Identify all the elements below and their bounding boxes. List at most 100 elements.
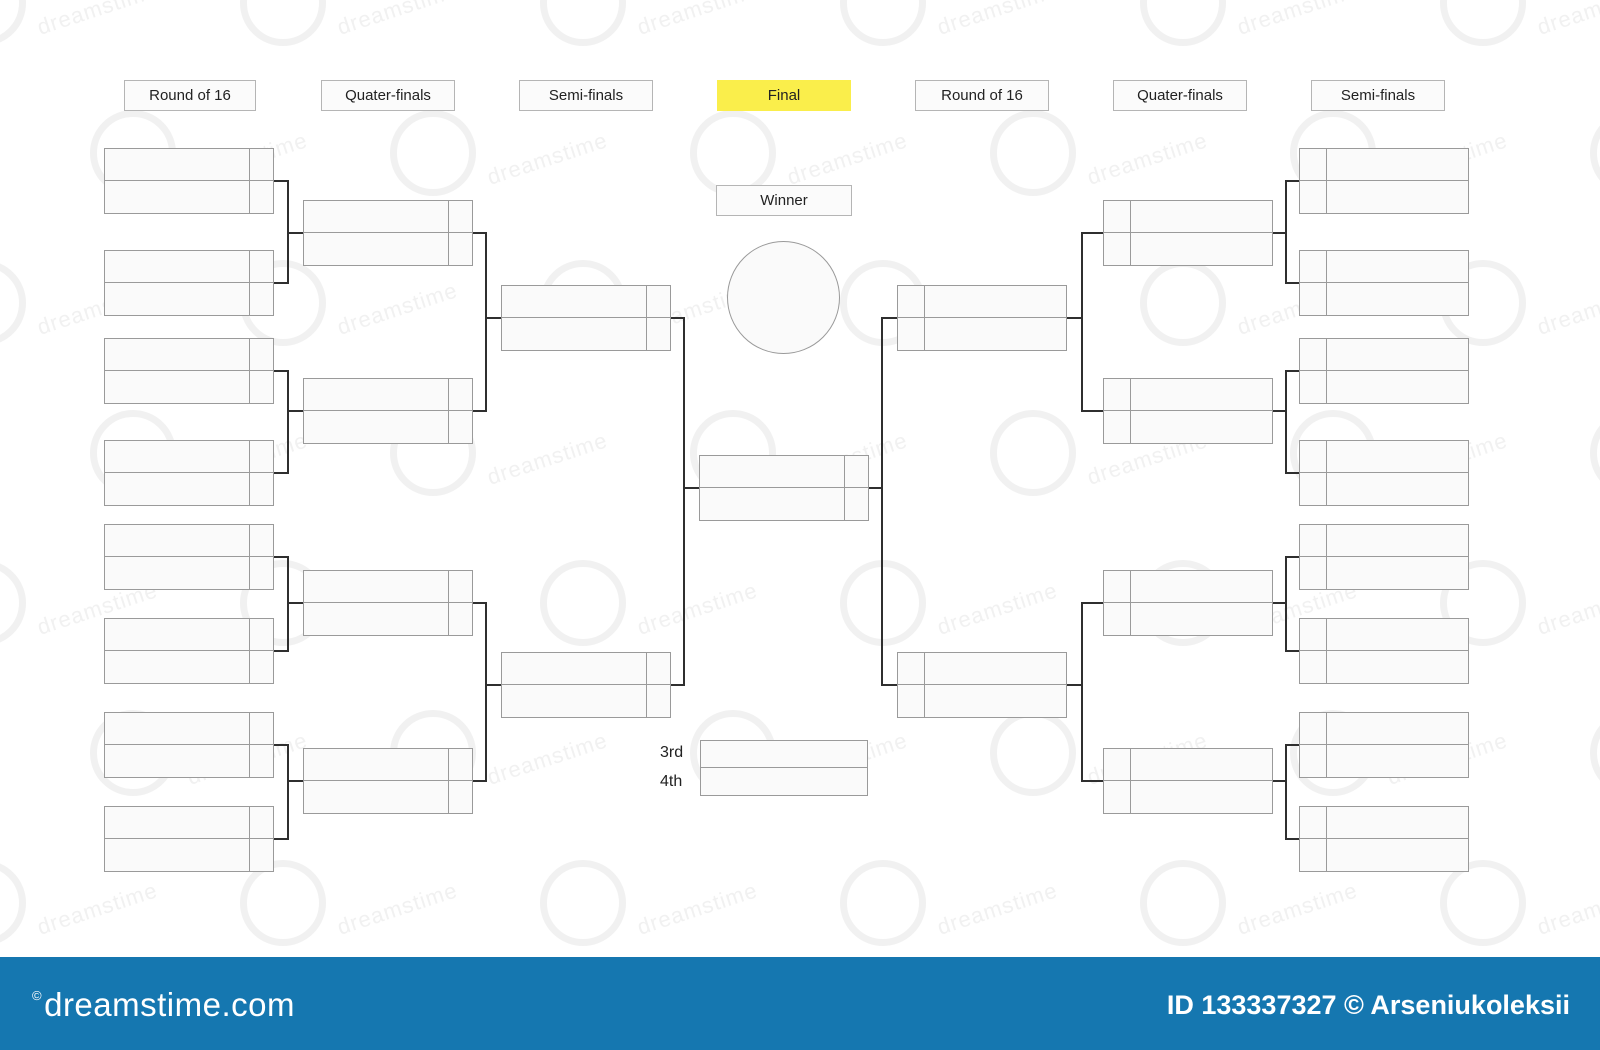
watermark-text: dreamstime (334, 277, 461, 340)
score-column-divider (249, 619, 250, 683)
match-box-l-r16-3[interactable] (104, 338, 274, 404)
team-slot-top[interactable] (105, 525, 273, 557)
winner-box[interactable]: Winner (716, 185, 852, 216)
team-slot-bottom[interactable] (105, 473, 273, 505)
round-header-right-quarter-finals[interactable]: Quater-finals (1113, 80, 1247, 111)
team-slot-bottom[interactable] (304, 781, 472, 813)
score-column-divider (249, 251, 250, 315)
bracket-connector-line (1285, 370, 1287, 474)
round-header-label: Round of 16 (149, 87, 231, 104)
watermark-text: dreamstime (334, 0, 461, 40)
match-box-l-r16-1[interactable] (104, 148, 274, 214)
score-column-divider (1326, 713, 1327, 777)
match-box-l-qf-2[interactable] (303, 378, 473, 444)
match-box-l-r16-4[interactable] (104, 440, 274, 506)
team-slot-top[interactable] (304, 201, 472, 233)
team-slot-bottom[interactable] (502, 685, 670, 717)
watermark-text: dreamstime (1534, 0, 1600, 40)
watermark-text: dreamstime (34, 877, 161, 940)
watermark-text: dreamstime (1534, 877, 1600, 940)
team-slot-top[interactable] (304, 749, 472, 781)
team-slot-top[interactable] (105, 441, 273, 473)
team-slot-bottom[interactable] (304, 411, 472, 443)
third-fourth-place-box[interactable] (700, 740, 868, 796)
fourth-place-slot[interactable] (701, 768, 867, 795)
match-box-r-r16-6[interactable] (1299, 618, 1469, 684)
team-slot-bottom[interactable] (105, 745, 273, 777)
team-slot-top[interactable] (700, 456, 868, 488)
match-box-r-qf-3[interactable] (1103, 570, 1273, 636)
watermark-text: dreamstime (34, 0, 161, 40)
match-box-r-r16-7[interactable] (1299, 712, 1469, 778)
bracket-canvas: dreamstime dreamstime dreamstime dreamstime… (0, 0, 1600, 1050)
match-box-l-qf-3[interactable] (303, 570, 473, 636)
team-slot-top[interactable] (105, 339, 273, 371)
winner-photo-circle[interactable] (727, 241, 840, 354)
team-slot-bottom[interactable] (105, 651, 273, 683)
watermark-spiral-icon (990, 710, 1076, 796)
match-box-l-r16-7[interactable] (104, 712, 274, 778)
match-box-l-qf-1[interactable] (303, 200, 473, 266)
match-box-l-sf-1[interactable] (501, 285, 671, 351)
team-slot-top[interactable] (304, 571, 472, 603)
score-column-divider (1326, 441, 1327, 505)
score-column-divider (448, 201, 449, 265)
match-box-l-qf-4[interactable] (303, 748, 473, 814)
round-header-left-round-of-16[interactable]: Round of 16 (124, 80, 256, 111)
match-box-r-sf-2[interactable] (897, 652, 1067, 718)
team-slot-bottom[interactable] (105, 557, 273, 589)
match-box-l-sf-2[interactable] (501, 652, 671, 718)
team-slot-bottom[interactable] (105, 181, 273, 213)
watermark-text: dreamstime (1534, 277, 1600, 340)
match-box-l-r16-6[interactable] (104, 618, 274, 684)
watermark-spiral-icon (1590, 410, 1600, 496)
team-slot-bottom[interactable] (105, 839, 273, 871)
match-box-final-match[interactable] (699, 455, 869, 521)
round-header-right-semi-finals[interactable]: Semi-finals (1311, 80, 1445, 111)
third-place-slot[interactable] (701, 741, 867, 768)
brand-text: dreamstime.com (44, 986, 295, 1023)
match-box-r-qf-1[interactable] (1103, 200, 1273, 266)
round-header-left-semi-finals[interactable]: Semi-finals (519, 80, 653, 111)
team-slot-top[interactable] (502, 653, 670, 685)
match-box-l-r16-8[interactable] (104, 806, 274, 872)
bracket-connector-line (274, 180, 288, 182)
match-box-r-r16-8[interactable] (1299, 806, 1469, 872)
match-box-l-r16-5[interactable] (104, 524, 274, 590)
bracket-connector-line (287, 556, 289, 652)
match-box-r-r16-5[interactable] (1299, 524, 1469, 590)
team-slot-top[interactable] (105, 713, 273, 745)
match-box-r-qf-4[interactable] (1103, 748, 1273, 814)
bracket-connector-line (287, 744, 289, 840)
score-column-divider (1130, 571, 1131, 635)
match-box-r-sf-1[interactable] (897, 285, 1067, 351)
team-slot-bottom[interactable] (105, 371, 273, 403)
round-header-final[interactable]: Final (717, 80, 851, 111)
team-slot-top[interactable] (304, 379, 472, 411)
round-header-left-quarter-finals[interactable]: Quater-finals (321, 80, 455, 111)
match-box-l-r16-2[interactable] (104, 250, 274, 316)
team-slot-top[interactable] (105, 251, 273, 283)
team-slot-bottom[interactable] (502, 318, 670, 350)
watermark-text: dreamstime (634, 877, 761, 940)
team-slot-bottom[interactable] (304, 233, 472, 265)
round-header-right-round-of-16[interactable]: Round of 16 (915, 80, 1049, 111)
team-slot-top[interactable] (105, 807, 273, 839)
team-slot-bottom[interactable] (700, 488, 868, 520)
winner-label: Winner (760, 192, 808, 209)
match-box-r-r16-1[interactable] (1299, 148, 1469, 214)
watermark-spiral-icon (540, 560, 626, 646)
score-column-divider (1130, 749, 1131, 813)
score-column-divider (1326, 619, 1327, 683)
team-slot-top[interactable] (502, 286, 670, 318)
watermark-text: dreamstime (484, 127, 611, 190)
team-slot-top[interactable] (105, 149, 273, 181)
match-box-r-r16-3[interactable] (1299, 338, 1469, 404)
team-slot-top[interactable] (105, 619, 273, 651)
match-box-r-qf-2[interactable] (1103, 378, 1273, 444)
team-slot-bottom[interactable] (304, 603, 472, 635)
match-box-r-r16-2[interactable] (1299, 250, 1469, 316)
team-slot-bottom[interactable] (105, 283, 273, 315)
bracket-connector-line (274, 370, 288, 372)
match-box-r-r16-4[interactable] (1299, 440, 1469, 506)
